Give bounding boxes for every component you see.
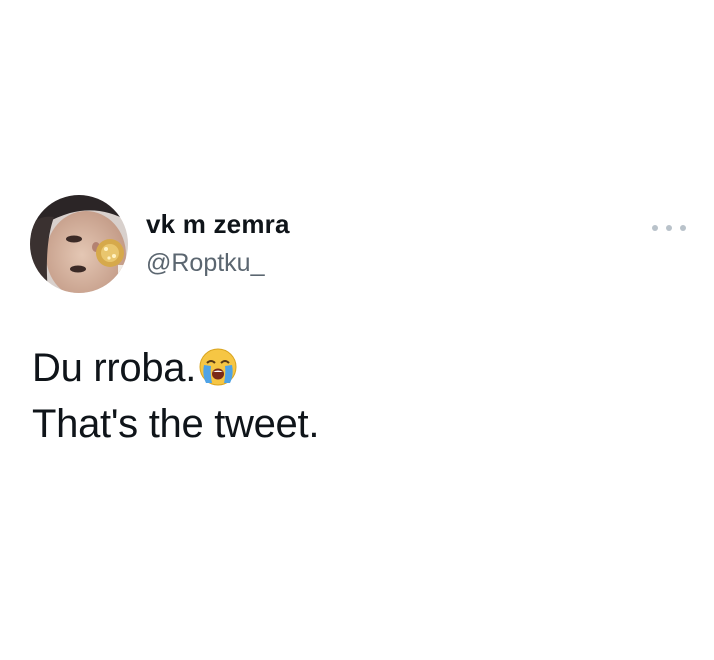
more-dot <box>666 225 672 231</box>
tweet-card: vk m zemra @Roptku_ Du rroba. That's the… <box>0 0 714 660</box>
tweet-line-1-text: Du rroba. <box>32 346 197 390</box>
tweet-text: Du rroba. That's the tweet. <box>32 340 319 452</box>
more-dot <box>680 225 686 231</box>
tweet-line-2: That's the tweet. <box>32 402 320 446</box>
more-dot <box>652 225 658 231</box>
more-horizontal-icon[interactable] <box>652 218 686 238</box>
avatar[interactable] <box>30 195 128 293</box>
author-display-name[interactable]: vk m zemra <box>146 209 290 240</box>
loudly-crying-face-icon <box>198 347 238 387</box>
tweet-line-1: Du rroba. <box>32 340 319 396</box>
author-handle[interactable]: @Roptku_ <box>146 249 265 278</box>
